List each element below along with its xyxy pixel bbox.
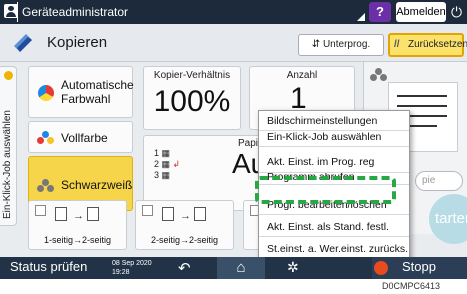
back-icon[interactable]: ↶ bbox=[178, 259, 191, 277]
copier-screen: Geräteadministrator ? Abmelden ⏻ Kopiere… bbox=[0, 0, 467, 279]
side-field[interactable]: pie bbox=[415, 171, 463, 191]
duplex-1-to-2-label: 1-seitig→2-seitig bbox=[43, 235, 112, 245]
full-color-icon bbox=[37, 131, 55, 145]
title-bar: Geräteadministrator ? Abmelden ⏻ bbox=[0, 0, 467, 24]
corner-triangle-icon bbox=[357, 13, 365, 21]
menu-item-select-one-click-job[interactable]: Ein-Klick-Job auswählen bbox=[259, 131, 409, 147]
full-color-label: Vollfarbe bbox=[61, 131, 108, 145]
menu-item-register-program[interactable]: Akt. Einst. im Prog. reg bbox=[259, 151, 409, 173]
copy-app-icon bbox=[14, 34, 32, 52]
program-button[interactable]: ⇵ Unterprog. bbox=[298, 34, 384, 56]
full-color-button[interactable]: Vollfarbe bbox=[28, 121, 133, 153]
one-click-job-tab[interactable]: Ein-Klick-Job auswählen bbox=[0, 66, 17, 226]
date: 08 Sep 2020 bbox=[112, 260, 152, 267]
reset-icon: // bbox=[394, 39, 400, 50]
page-icon bbox=[162, 207, 174, 221]
power-icon[interactable]: ⏻ bbox=[451, 3, 465, 21]
black-white-icon bbox=[37, 179, 55, 193]
paper-trays: 1 ▦ 2 ▦ ↲ 3 ▦ bbox=[154, 148, 181, 180]
user-name: Geräteadministrator bbox=[22, 5, 129, 19]
user-icon bbox=[4, 4, 18, 18]
star-icon bbox=[4, 71, 13, 80]
page-icon bbox=[55, 207, 67, 221]
program-icon: ⇵ bbox=[311, 39, 323, 50]
page-icon bbox=[194, 207, 206, 221]
app-header: Kopieren ⇵ Unterprog. // Zurücksetzen bbox=[0, 24, 467, 62]
status-bar: Status prüfen 08 Sep 2020 19:28 ↶ ⌂ ✲ St… bbox=[0, 257, 467, 279]
quantity-label: Anzahl bbox=[286, 70, 318, 81]
stop-icon bbox=[374, 261, 388, 275]
color-mode-icon bbox=[370, 68, 388, 82]
duplex-2-to-2-button[interactable]: → 2-seitig→2-seitig bbox=[135, 200, 234, 250]
program-label: Unterprog. bbox=[322, 39, 371, 50]
copy-ratio-button[interactable]: Kopier-Verhältnis 100% bbox=[143, 66, 241, 130]
duplex-2-to-2-label: 2-seitig→2-seitig bbox=[150, 235, 219, 245]
menu-item-screen-settings[interactable]: Bildschirmeinstellungen bbox=[259, 111, 409, 131]
logout-button[interactable]: Abmelden bbox=[396, 2, 446, 22]
image-code: D0CMPC6413 bbox=[382, 281, 441, 291]
title-separator bbox=[17, 2, 18, 22]
highlight-frame bbox=[255, 176, 396, 204]
duplex-1-to-2-button[interactable]: → 1-seitig→2-seitig bbox=[28, 200, 127, 250]
auto-color-button[interactable]: Automatische Farbwahl bbox=[28, 66, 134, 118]
auto-color-label: Automatische Farbwahl bbox=[61, 78, 134, 106]
checkbox-icon bbox=[142, 205, 153, 216]
help-button[interactable]: ? bbox=[369, 2, 391, 22]
menu-item-reset-to-factory[interactable]: St.einst. a. Wer.einst. zurücks. bbox=[259, 239, 409, 259]
copy-ratio-value: 100% bbox=[153, 85, 231, 118]
page-title: Kopieren bbox=[47, 34, 108, 51]
home-icon[interactable]: ⌂ bbox=[217, 257, 265, 279]
auto-color-icon bbox=[38, 85, 54, 101]
black-white-label: Schwarzweiß bbox=[61, 178, 133, 192]
time: 19:28 bbox=[112, 269, 130, 276]
page-icon bbox=[87, 207, 99, 221]
start-button[interactable]: tarten bbox=[429, 194, 467, 244]
date-time: 08 Sep 2020 19:28 bbox=[112, 259, 152, 277]
reset-button[interactable]: // Zurücksetzen bbox=[388, 33, 467, 57]
stop-button[interactable]: Stopp bbox=[372, 257, 467, 279]
status-check-button[interactable]: Status prüfen bbox=[10, 259, 87, 274]
gear-icon[interactable]: ✲ bbox=[287, 259, 299, 276]
reset-label: Zurücksetzen bbox=[408, 39, 467, 50]
one-click-job-label: Ein-Klick-Job auswählen bbox=[2, 110, 13, 219]
checkbox-icon bbox=[35, 205, 46, 216]
copy-ratio-label: Kopier-Verhältnis bbox=[153, 70, 231, 81]
menu-item-set-as-default[interactable]: Akt. Einst. als Stand. festl. bbox=[259, 217, 409, 237]
stop-label: Stopp bbox=[402, 259, 436, 274]
